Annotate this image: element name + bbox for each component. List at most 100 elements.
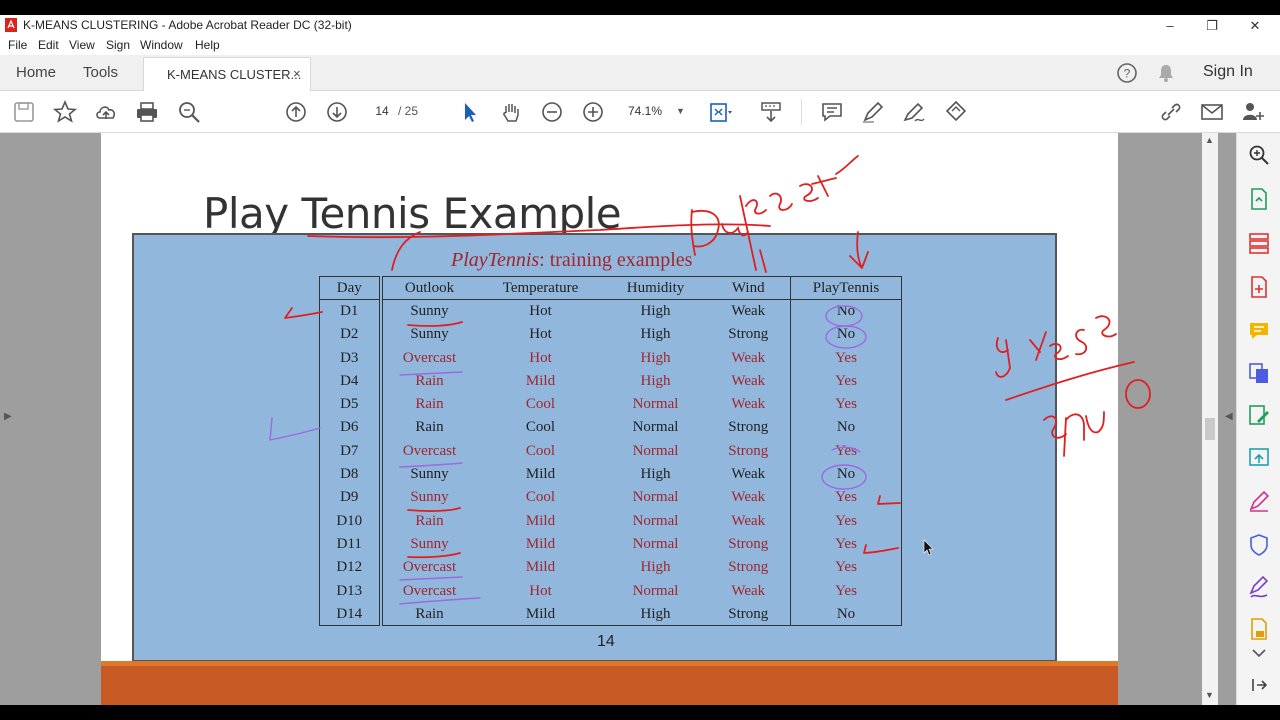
- top-letterbox: [0, 0, 1280, 15]
- comment-icon[interactable]: [819, 99, 845, 125]
- menu-file[interactable]: File: [8, 38, 27, 52]
- table-header-row: Day Outlook Temperature Humidity Wind Pl…: [319, 276, 902, 300]
- cell-playtennis: Yes: [835, 442, 857, 459]
- menu-view[interactable]: View: [69, 38, 95, 52]
- comment-tool-icon[interactable]: [1247, 319, 1271, 343]
- cell-outlook: Overcast: [402, 349, 457, 366]
- cell-outlook: Rain: [415, 372, 444, 389]
- vertical-scrollbar[interactable]: ▲ ▼: [1202, 133, 1218, 705]
- print-icon[interactable]: [134, 99, 160, 125]
- stamp-icon[interactable]: [943, 99, 969, 125]
- close-window-button[interactable]: ✕: [1235, 15, 1275, 36]
- export-pdf-icon[interactable]: [1247, 187, 1271, 211]
- search-icon[interactable]: [1247, 143, 1271, 167]
- window-title-bar: K-MEANS CLUSTERING - Adobe Acrobat Reade…: [0, 15, 1280, 36]
- header-day: Day: [319, 276, 383, 300]
- left-pane-toggle-icon[interactable]: ▶: [4, 411, 12, 422]
- combine-files-icon[interactable]: [1247, 361, 1271, 385]
- fit-page-icon[interactable]: [707, 99, 733, 125]
- table-row: D8 Sunny Mild High Weak No: [319, 462, 902, 487]
- table-caption-italic: PlayTennis: [451, 249, 540, 271]
- bookmark-star-icon[interactable]: [52, 99, 78, 125]
- scroll-thumb[interactable]: [1205, 418, 1215, 440]
- cell-humidity: Normal: [632, 582, 679, 599]
- panel-chevron-down-icon[interactable]: [1247, 641, 1271, 658]
- cell-outlook: Rain: [415, 396, 444, 413]
- tab-document[interactable]: K-MEANS CLUSTER... ×: [143, 57, 311, 92]
- cell-temperature: Hot: [529, 303, 552, 320]
- help-icon[interactable]: ?: [1116, 62, 1138, 84]
- cell-outlook: Rain: [415, 419, 444, 436]
- scroll-up-icon[interactable]: ▲: [1205, 135, 1214, 145]
- add-user-icon[interactable]: [1240, 99, 1266, 125]
- page-number-input[interactable]: 14: [367, 101, 397, 122]
- cell-temperature: Cool: [525, 489, 556, 506]
- menu-edit[interactable]: Edit: [38, 38, 59, 52]
- cell-outlook: Rain: [415, 605, 444, 622]
- export-tool-icon[interactable]: [1247, 445, 1271, 469]
- zoom-in-icon[interactable]: [580, 99, 606, 125]
- zoom-level-select[interactable]: 74.1% ▼: [618, 101, 688, 122]
- restore-button[interactable]: ❐: [1192, 15, 1232, 36]
- highlight-pen-icon[interactable]: [860, 99, 886, 125]
- upload-cloud-icon[interactable]: [93, 99, 119, 125]
- play-tennis-table: Day Outlook Temperature Humidity Wind Pl…: [319, 276, 902, 627]
- protect-icon[interactable]: [1247, 533, 1271, 557]
- table-row: D13 Overcast Hot Normal Weak Yes: [319, 579, 902, 603]
- cell-day: D5: [319, 392, 383, 417]
- document-viewer[interactable]: ▶ Play Tennis Example PlayTennis: traini…: [0, 133, 1236, 705]
- cell-outlook: Overcast: [402, 559, 457, 576]
- scroll-mode-icon[interactable]: [758, 99, 784, 125]
- menu-window[interactable]: Window: [140, 38, 183, 52]
- menu-bar: File Edit View Sign Window Help: [0, 36, 1280, 55]
- cell-playtennis: No: [836, 605, 856, 622]
- tab-tools[interactable]: Tools: [83, 64, 118, 81]
- cell-humidity: High: [640, 326, 671, 343]
- more-tools-icon[interactable]: [1247, 617, 1271, 641]
- email-icon[interactable]: [1199, 99, 1225, 125]
- cell-wind: Weak: [706, 369, 791, 393]
- organize-pages-icon[interactable]: [1247, 231, 1271, 255]
- zoom-out-icon[interactable]: [539, 99, 565, 125]
- tab-home[interactable]: Home: [16, 64, 56, 81]
- cell-playtennis: Yes: [835, 372, 857, 389]
- sign-in-link[interactable]: Sign In: [1203, 63, 1253, 81]
- cell-playtennis: Yes: [835, 349, 857, 366]
- sign-tool-icon[interactable]: [1247, 575, 1271, 599]
- table-row: D1 Sunny Hot High Weak No: [319, 299, 902, 324]
- cell-temperature: Hot: [529, 326, 552, 343]
- close-tab-button[interactable]: ×: [293, 66, 301, 81]
- cell-temperature: Hot: [529, 582, 552, 599]
- sign-pen-icon[interactable]: [901, 99, 927, 125]
- cell-wind: Strong: [706, 323, 791, 347]
- menu-help[interactable]: Help: [195, 38, 220, 52]
- scroll-down-icon[interactable]: ▼: [1205, 690, 1214, 700]
- page-down-icon[interactable]: [324, 99, 350, 125]
- save-icon[interactable]: [11, 99, 37, 125]
- search-zoom-icon[interactable]: [176, 99, 202, 125]
- cell-playtennis: Yes: [835, 396, 857, 413]
- slide-page-number: 14: [597, 633, 615, 650]
- cell-day: D6: [319, 416, 383, 440]
- table-row: D11 Sunny Mild Normal Strong Yes: [319, 532, 902, 557]
- create-pdf-icon[interactable]: [1247, 275, 1271, 299]
- hand-tool-icon[interactable]: [498, 99, 524, 125]
- share-link-icon[interactable]: [1158, 99, 1184, 125]
- collapse-panel-icon[interactable]: [1247, 673, 1271, 697]
- page-total-label: / 25: [398, 104, 419, 118]
- cell-humidity: High: [640, 559, 671, 576]
- page-up-icon[interactable]: [283, 99, 309, 125]
- minimize-button[interactable]: –: [1150, 15, 1190, 36]
- right-pane-toggle-icon[interactable]: ◀: [1225, 411, 1233, 422]
- cell-humidity: Normal: [632, 535, 679, 552]
- fill-sign-icon[interactable]: [1247, 489, 1271, 513]
- cell-outlook: Sunny: [410, 303, 449, 320]
- notifications-bell-icon[interactable]: [1156, 63, 1176, 83]
- edit-pdf-icon[interactable]: [1247, 403, 1271, 427]
- cell-temperature: Mild: [525, 605, 556, 622]
- menu-sign[interactable]: Sign: [106, 38, 130, 52]
- cell-wind: Strong: [706, 556, 791, 580]
- select-arrow-icon[interactable]: [457, 99, 483, 125]
- header-temperature: Temperature: [502, 279, 579, 296]
- cell-day: D13: [319, 579, 383, 603]
